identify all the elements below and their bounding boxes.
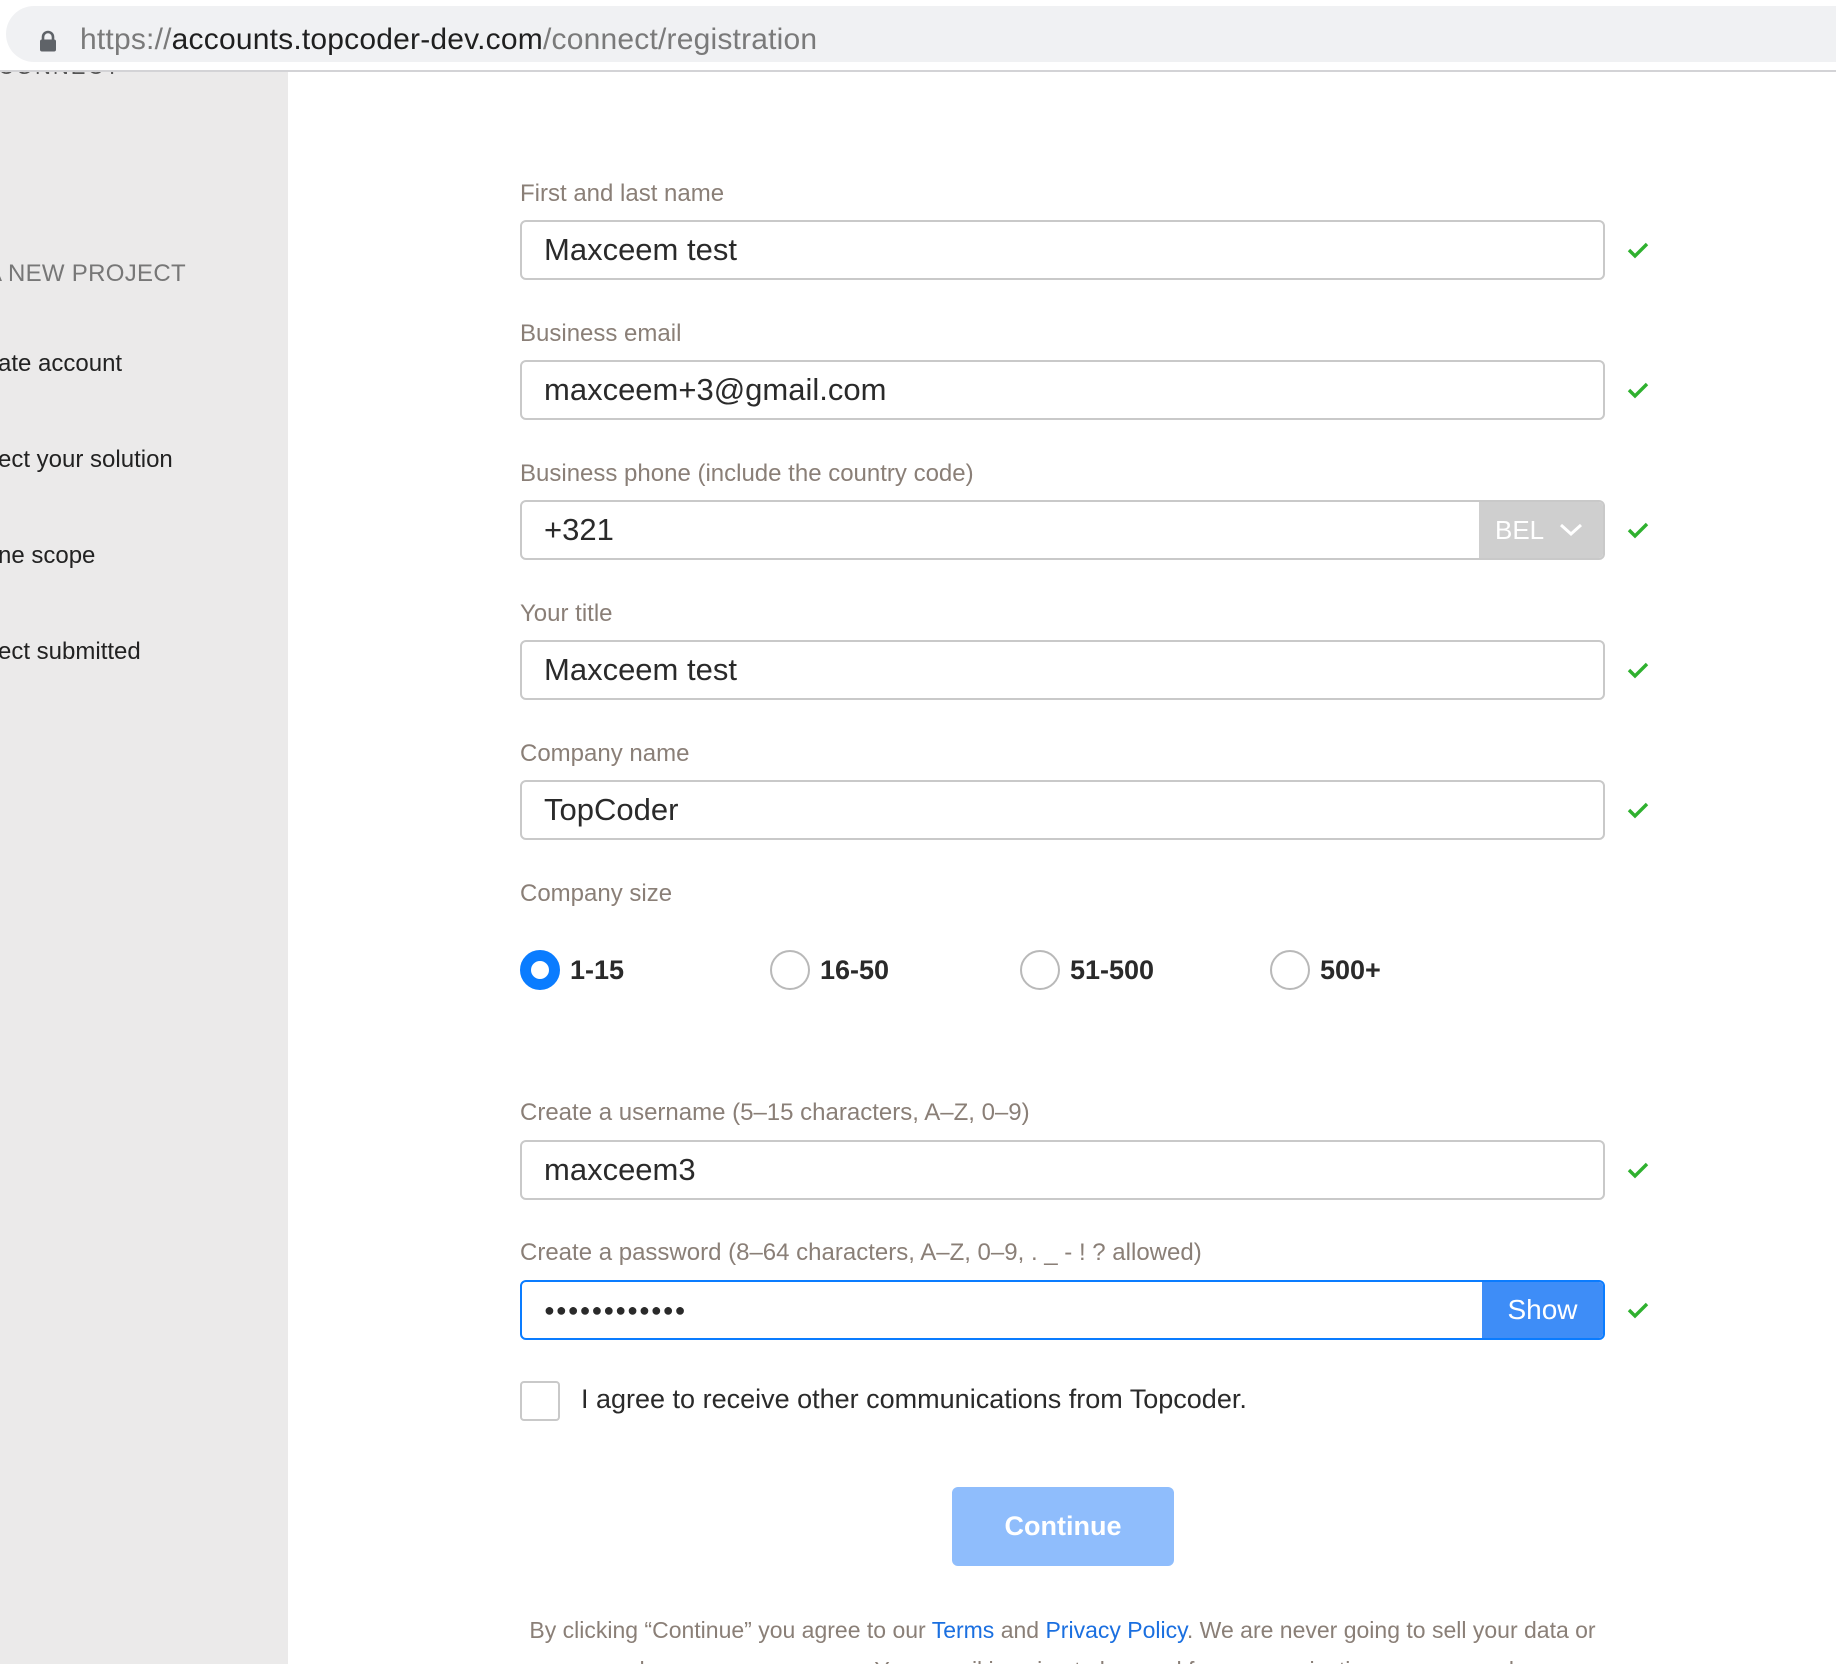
password-valid-check-icon (1627, 1302, 1649, 1319)
show-password-button[interactable]: Show (1482, 1282, 1603, 1338)
url-path: /connect/registration (542, 23, 818, 56)
radio-label: 1-15 (570, 955, 625, 985)
username-input[interactable]: maxceem3 (520, 1140, 1605, 1200)
sidebar-step-select-solution[interactable]: ect your solution (0, 446, 173, 474)
name-valid-check-icon (1627, 242, 1649, 259)
email-input[interactable]: maxceem+3@gmail.com (520, 360, 1605, 420)
phone-input[interactable]: +321 BEL (520, 500, 1605, 560)
lock-icon (40, 30, 56, 52)
password-label: Create a password (8–64 characters, A–Z,… (520, 1239, 1202, 1266)
username-label: Create a username (5–15 characters, A–Z,… (520, 1099, 1030, 1126)
chevron-down-icon (1559, 523, 1583, 537)
name-input[interactable]: Maxceem test (520, 220, 1605, 280)
password-input[interactable]: ●●●●●●●●●●●● Show (520, 1280, 1605, 1340)
radio-selected-indicator[interactable] (520, 950, 560, 990)
company-value: TopCoder (544, 792, 679, 827)
company-input[interactable]: TopCoder (520, 780, 1605, 840)
sidebar: CONNECT A NEW PROJECT ate account ect yo… (0, 72, 288, 1664)
country-code-value: BEL (1495, 515, 1545, 545)
terms-link[interactable]: Terms (932, 1617, 995, 1643)
phone-valid-check-icon (1627, 522, 1649, 539)
sidebar-step-create-account[interactable]: ate account (0, 350, 122, 378)
sidebar-brand-text: CONNECT (0, 72, 121, 80)
company-label: Company name (520, 740, 690, 767)
legal-notice: By clicking “Continue” you agree to our … (520, 1610, 1605, 1664)
legal-text-before: By clicking “Continue” you agree to our (529, 1617, 932, 1643)
company-valid-check-icon (1627, 802, 1649, 819)
name-label: First and last name (520, 180, 725, 207)
privacy-policy-link[interactable]: Privacy Policy (1045, 1617, 1186, 1643)
country-code-select[interactable]: BEL (1479, 502, 1603, 558)
sidebar-heading: A NEW PROJECT (0, 260, 186, 287)
legal-text-and: and (994, 1617, 1046, 1643)
url-text: https://accounts.topcoder-dev.com/connec… (80, 20, 817, 60)
url-field[interactable]: https://accounts.topcoder-dev.com/connec… (6, 6, 1836, 62)
agree-label: I agree to receive other communications … (581, 1384, 1247, 1414)
email-valid-check-icon (1627, 382, 1649, 399)
url-scheme: https:// (80, 23, 172, 56)
continue-button[interactable]: Continue (952, 1487, 1174, 1566)
title-valid-check-icon (1627, 662, 1649, 679)
browser-address-bar: https://accounts.topcoder-dev.com/connec… (0, 0, 1836, 72)
email-value: maxceem+3@gmail.com (544, 372, 887, 407)
password-value: ●●●●●●●●●●●● (544, 1300, 687, 1320)
sidebar-step-project-submitted[interactable]: ect submitted (0, 638, 141, 666)
username-value: maxceem3 (544, 1152, 696, 1187)
phone-label: Business phone (include the country code… (520, 460, 974, 487)
email-label: Business email (520, 320, 682, 347)
url-host: accounts.topcoder-dev.com (171, 23, 543, 56)
radio-indicator[interactable] (770, 950, 810, 990)
sidebar-step-define-scope[interactable]: ne scope (0, 542, 95, 570)
phone-value: +321 (544, 512, 614, 547)
radio-label: 16-50 (820, 955, 890, 985)
radio-indicator[interactable] (1270, 950, 1310, 990)
name-value: Maxceem test (544, 232, 737, 267)
title-label: Your title (520, 600, 613, 627)
agree-checkbox[interactable] (520, 1381, 560, 1421)
title-value: Maxceem test (544, 652, 737, 687)
username-valid-check-icon (1627, 1162, 1649, 1179)
radio-label: 51-500 (1070, 955, 1155, 985)
radio-indicator[interactable] (1020, 950, 1060, 990)
company-size-label: Company size (520, 880, 673, 907)
radio-label: 500+ (1320, 955, 1381, 985)
title-input[interactable]: Maxceem test (520, 640, 1605, 700)
